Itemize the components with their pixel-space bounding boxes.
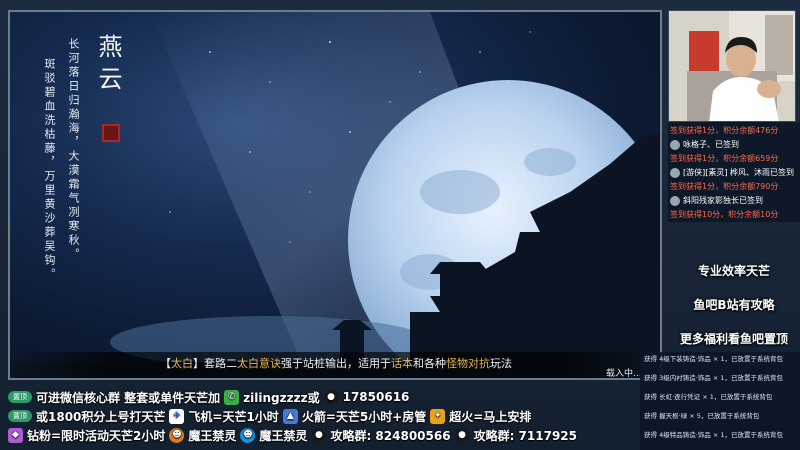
checkin-row: 咏格子、已签到 xyxy=(670,138,798,151)
promo-3: 更多福利看鱼吧置顶 xyxy=(679,332,788,346)
super-fire-icon: ✦ xyxy=(430,408,446,424)
loading-indicator: 载入中... xyxy=(606,369,642,379)
checkin-row: 签到获得1分，积分余额476分 xyxy=(670,124,798,137)
webcam-feed xyxy=(668,10,796,122)
guide-group-1: 攻略群: 824800566 xyxy=(330,428,451,443)
checkin-text: 签到获得1分，积分余额790分 xyxy=(670,182,779,191)
poem-line-1: 长河落日归瀚海，大漠霜气冽寒秋。 xyxy=(67,38,80,262)
qq-icon: ● xyxy=(454,427,470,443)
plane-reward: 飞机=天芒1小时 xyxy=(188,409,279,424)
acquire-log-entry: 获得 3级内衬铸造·饰品 × 1，已放置于系统背包 xyxy=(644,374,783,382)
checkin-text: 签到获得1分，积分余额476分 xyxy=(670,126,779,135)
checkin-row: 斜阳残家影独长已签到 xyxy=(670,194,798,207)
avatar xyxy=(670,139,680,150)
tip-text-1: 套路二 xyxy=(204,357,237,370)
demon-king-text-1: 魔王禁灵 xyxy=(188,428,237,443)
tip-text-2: 强于站桩输出，适用于 xyxy=(281,357,391,370)
fire-reward: 超火=马上安排 xyxy=(449,409,532,424)
promo-1: 专业效率天芒 xyxy=(697,264,770,278)
qq-icon: ● xyxy=(311,427,327,443)
plane-icon: ✈ xyxy=(169,408,185,424)
item-acquire-log: 获得 4级下装铸造·饰品 × 1，已放置于系统背包 获得 3级内衬铸造·饰品 × … xyxy=(640,352,800,450)
demon-king-icon: ☻ xyxy=(240,427,256,443)
tip-bracket-open: 【 xyxy=(160,357,171,370)
loading-tip: 【太白】套路二太白意诀强于站桩输出，适用于话本和各种怪物对抗玩法 xyxy=(160,355,512,371)
qq-number: 17850616 xyxy=(342,390,410,404)
ticker-row-1: 置顶 可进微信核心群 整套或单件天芒加 ✆ zilingzzzz或 ● 1785… xyxy=(8,387,409,407)
wechat-id: zilingzzzz或 xyxy=(243,390,320,405)
red-seal-stamp xyxy=(102,124,120,142)
demon-king-icon: ☻ xyxy=(169,427,185,443)
qq-icon: ● xyxy=(323,389,339,405)
acquire-log-entry: 获得 握天枢·绿 × 5，已放置于系统背包 xyxy=(644,412,760,420)
game-title: 燕云 xyxy=(94,34,122,98)
acquire-log-entry: 获得 4级特品铸造·饰品 × 1，已放置于系统背包 xyxy=(644,431,783,439)
demon-king-text-2: 魔王禁灵 xyxy=(259,428,308,443)
checkin-text: 签到获得1分，积分余额659分 xyxy=(670,154,779,163)
checkin-feed: 签到获得1分，积分余额476分咏格子、已签到签到获得1分，积分余额659分 [游侠… xyxy=(668,122,800,222)
wechat-icon: ✆ xyxy=(224,389,240,405)
checkin-text: [游侠][素灵] 桦风、沐雨已签到 xyxy=(683,168,795,177)
stream-frame: 燕云 长河落日归瀚海，大漠霜气冽寒秋。 斑驳碧血洗枯藤，万里黄沙葬吴钩。 【太白… xyxy=(0,0,800,450)
streamer-photo xyxy=(669,11,795,121)
tip-highlight-3: 怪物对抗 xyxy=(446,357,490,370)
ticker-text: 可进微信核心群 整套或单件天芒加 xyxy=(36,390,221,405)
ticker-row-2: 置顶 或1800积分上号打天芒 ✈ 飞机=天芒1小时 ▲ 火箭=天芒5小时+房管… xyxy=(8,406,531,426)
game-viewport[interactable]: 燕云 长河落日归瀚海，大漠霜气冽寒秋。 斑驳碧血洗枯藤，万里黄沙葬吴钩。 【太白… xyxy=(8,10,662,380)
pin-badge: 置顶 xyxy=(8,391,32,403)
ticker-row-3: ◆ 钻粉=限时活动天芒2小时 ☻ 魔王禁灵 ☻ 魔王禁灵 ● 攻略群: 8248… xyxy=(8,425,577,445)
poem-line-2: 斑驳碧血洗枯藤，万里黄沙葬吴钩。 xyxy=(43,58,56,282)
checkin-text: 斜阳残家影独长已签到 xyxy=(683,196,763,205)
tip-weapon: 太白 xyxy=(171,357,193,370)
rocket-icon: ▲ xyxy=(282,408,298,424)
diamond-fan-icon: ◆ xyxy=(8,427,23,443)
checkin-text: 咏格子、已签到 xyxy=(683,140,739,149)
bottom-ticker: 置顶 可进微信核心群 整套或单件天芒加 ✆ zilingzzzz或 ● 1785… xyxy=(0,382,640,450)
checkin-text: 签到获得10分，积分余额10分 xyxy=(670,210,779,219)
checkin-row: 签到获得1分，积分余额790分 xyxy=(670,180,798,193)
checkin-row: [游侠][素灵] 桦风、沐雨已签到 xyxy=(670,166,798,179)
tip-text-3: 和各种 xyxy=(413,357,446,370)
acquire-log-entry: 获得 4级下装铸造·饰品 × 1，已放置于系统背包 xyxy=(644,355,783,363)
guide-group-2: 攻略群: 7117925 xyxy=(473,428,577,443)
avatar xyxy=(670,167,680,178)
pin-badge: 置顶 xyxy=(8,410,32,422)
acquire-log-entry: 获得 长虹·逐行凭证 × 1，已放置于系统背包 xyxy=(644,393,773,401)
diamond-reward: 钻粉=限时活动天芒2小时 xyxy=(27,428,166,443)
tip-highlight-1: 太白意诀 xyxy=(237,357,281,370)
rocket-reward: 火箭=天芒5小时+房管 xyxy=(301,409,427,424)
tip-bracket-close: 】 xyxy=(193,357,204,370)
checkin-row: 签到获得1分，积分余额659分 xyxy=(670,152,798,165)
tip-highlight-2: 话本 xyxy=(391,357,413,370)
tip-text-4: 玩法 xyxy=(490,357,512,370)
checkin-row: 签到获得10分，积分余额10分 xyxy=(670,208,798,221)
avatar xyxy=(670,195,680,206)
ticker-text: 或1800积分上号打天芒 xyxy=(36,409,166,424)
promo-2: 鱼吧B站有攻略 xyxy=(693,298,775,312)
